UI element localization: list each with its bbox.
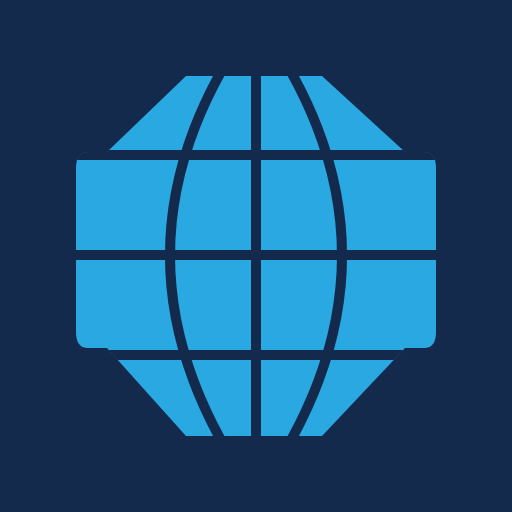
- globe-icon: [76, 76, 436, 436]
- app-icon-tile: [0, 0, 512, 512]
